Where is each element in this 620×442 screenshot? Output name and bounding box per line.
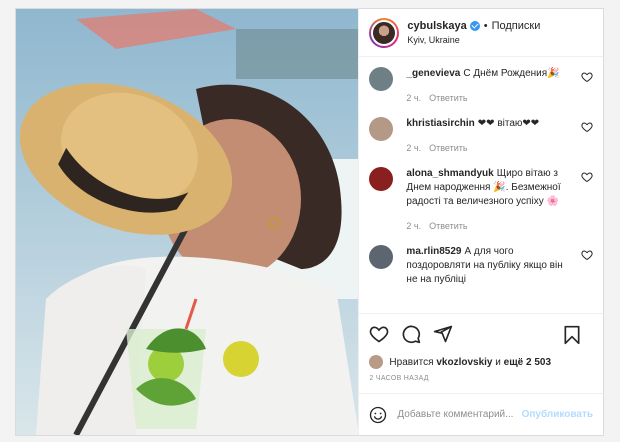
post-photo-illustration [16, 9, 359, 435]
comment-meta: 2 ч. Ответить [406, 219, 575, 233]
share-send-icon[interactable] [433, 324, 453, 344]
like-comment-heart-icon[interactable] [581, 171, 593, 183]
reply-button[interactable]: Ответить [429, 93, 467, 103]
comment-time: 2 ч. [406, 143, 422, 153]
commenter-username[interactable]: _genevieva [406, 68, 460, 79]
commenter-username[interactable]: ma.rlin8529 [406, 246, 461, 257]
comment-input[interactable]: Добавьте комментарий... [397, 409, 521, 420]
author-row: cybulskaya • Подписки [407, 19, 540, 33]
liker-avatar[interactable] [369, 355, 384, 369]
post-actions [359, 313, 603, 353]
commenter-avatar[interactable] [369, 117, 394, 141]
instagram-post: cybulskaya • Подписки Kyiv, Ukraine _gen… [15, 8, 604, 436]
likes-summary: Нравится vkozlovskiy и ещё 2 503 [359, 353, 603, 371]
separator-dot: • [483, 19, 488, 32]
comment-item: ma.rlin8529 А для чого поздоровляти на пу… [369, 245, 593, 287]
comment-item: alona_shmandyuk Щиро вітаю з Днем народже… [369, 167, 593, 233]
comment-meta: 2 ч. Ответить [406, 91, 575, 105]
emoji-smiley-icon[interactable] [369, 406, 387, 424]
like-comment-heart-icon[interactable] [581, 249, 593, 261]
comment-item: khristiasirchin ❤❤ вітаю❤❤ 2 ч. Ответить [369, 117, 593, 155]
following-button[interactable]: Подписки [492, 19, 541, 33]
add-comment-bar: Добавьте комментарий... Опубликовать [359, 393, 603, 435]
like-comment-heart-icon[interactable] [581, 71, 593, 83]
liker-username[interactable]: vkozlovskiy [436, 357, 492, 368]
comment-item: _genevieva С Днём Рождения🎉 2 ч. Ответить [369, 67, 593, 105]
author-avatar-image [371, 19, 398, 46]
reply-button[interactable]: Ответить [429, 143, 467, 153]
commenter-username[interactable]: alona_shmandyuk [406, 168, 493, 179]
comment-text: ❤❤ вітаю❤❤ [477, 118, 540, 129]
commenter-avatar[interactable] [369, 67, 394, 91]
comment-bubble-icon[interactable] [401, 324, 421, 344]
commenter-avatar[interactable] [369, 245, 394, 269]
author-username[interactable]: cybulskaya [407, 19, 466, 33]
comments-list: _genevieva С Днём Рождения🎉 2 ч. Ответить … [359, 57, 603, 313]
save-bookmark-icon[interactable] [563, 325, 581, 345]
post-photo[interactable] [16, 9, 359, 435]
comment-body: _genevieva С Днём Рождения🎉 2 ч. Ответить [406, 67, 575, 105]
comment-text: С Днём Рождения🎉 [463, 68, 560, 79]
likes-conjunction: и [495, 356, 501, 368]
commenter-avatar[interactable] [369, 167, 394, 191]
like-comment-heart-icon[interactable] [581, 121, 593, 133]
verified-badge-icon [469, 20, 480, 31]
author-avatar[interactable] [369, 17, 400, 48]
commenter-username[interactable]: khristiasirchin [406, 118, 474, 129]
publish-button[interactable]: Опубликовать [522, 409, 593, 420]
author-info: cybulskaya • Подписки Kyiv, Ukraine [407, 19, 540, 47]
like-heart-icon[interactable] [369, 324, 389, 344]
post-timestamp[interactable]: 2 ЧАСОВ НАЗАД [359, 371, 603, 393]
comment-meta: 2 ч. Ответить [406, 141, 575, 155]
reply-button[interactable]: Ответить [429, 221, 467, 231]
post-header: cybulskaya • Подписки Kyiv, Ukraine [359, 9, 603, 57]
likes-prefix: Нравится [389, 356, 434, 368]
comment-body: khristiasirchin ❤❤ вітаю❤❤ 2 ч. Ответить [406, 117, 575, 155]
post-sidebar: cybulskaya • Подписки Kyiv, Ukraine _gen… [358, 9, 603, 435]
comment-time: 2 ч. [406, 221, 422, 231]
post-location[interactable]: Kyiv, Ukraine [407, 33, 540, 47]
comment-body: ma.rlin8529 А для чого поздоровляти на пу… [406, 245, 575, 287]
likes-count[interactable]: ещё 2 503 [504, 357, 551, 368]
comment-time: 2 ч. [406, 93, 422, 103]
comment-body: alona_shmandyuk Щиро вітаю з Днем народже… [406, 167, 575, 233]
